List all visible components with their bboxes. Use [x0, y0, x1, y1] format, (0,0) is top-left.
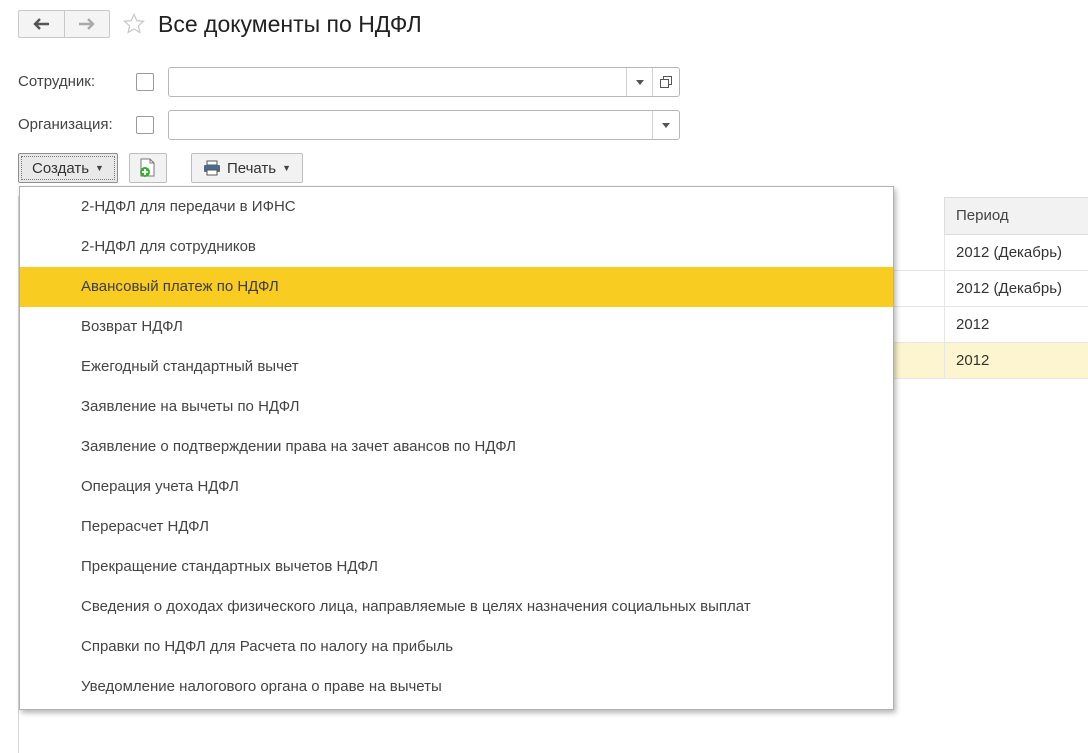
employee-dropdown-button[interactable]	[626, 68, 653, 96]
back-button[interactable]	[19, 11, 64, 37]
menu-item[interactable]: 2-НДФЛ для сотрудников	[20, 227, 893, 267]
chevron-down-icon	[636, 79, 644, 85]
table-row[interactable]: 2012 (Декабрь)	[893, 271, 1088, 307]
print-button[interactable]: Печать ▼	[191, 153, 303, 183]
open-form-icon	[660, 76, 672, 88]
printer-icon	[203, 160, 220, 176]
employee-field[interactable]	[168, 67, 680, 97]
arrow-left-icon	[33, 18, 50, 30]
menu-item[interactable]: 2-НДФЛ для передачи в ИФНС	[20, 187, 893, 227]
organization-dropdown-button[interactable]	[652, 111, 679, 139]
create-dropdown-menu: 2-НДФЛ для передачи в ИФНС 2-НДФЛ для сот…	[19, 186, 894, 710]
menu-item[interactable]: Прекращение стандартных вычетов НДФЛ	[20, 547, 893, 587]
table-row[interactable]: 2012 (Декабрь)	[893, 235, 1088, 271]
period-cell: 2012 (Декабрь)	[944, 271, 1088, 306]
employee-filter-checkbox[interactable]	[136, 73, 154, 91]
forward-button[interactable]	[63, 11, 110, 37]
chevron-down-icon: ▼	[282, 163, 292, 173]
create-button-label: Создать	[32, 159, 90, 177]
menu-item[interactable]: Ежегодный стандартный вычет	[20, 347, 893, 387]
column-header-period[interactable]: Период	[944, 197, 1088, 235]
page-title: Все документы по НДФЛ	[158, 11, 422, 37]
create-button[interactable]: Создать ▼	[18, 153, 118, 183]
employee-open-button[interactable]	[652, 68, 679, 96]
menu-item[interactable]: Сведения о доходах физического лица, нап…	[20, 587, 893, 627]
period-cell: 2012 (Декабрь)	[944, 235, 1088, 270]
menu-item[interactable]: Справки по НДФЛ для Расчета по налогу на…	[20, 627, 893, 667]
menu-item[interactable]: Уведомление налогового органа о праве на…	[20, 667, 893, 707]
document-add-icon	[140, 158, 155, 177]
print-button-label: Печать	[226, 159, 277, 177]
employee-label: Сотрудник:	[18, 73, 96, 90]
star-icon[interactable]	[122, 12, 146, 36]
menu-item[interactable]: Заявление о подтверждении права на зачет…	[20, 427, 893, 467]
chevron-down-icon: ▼	[95, 163, 104, 173]
navigation-buttons	[18, 10, 110, 38]
organization-field[interactable]	[168, 110, 680, 140]
chevron-down-icon	[662, 122, 670, 128]
menu-item[interactable]: Авансовый платеж по НДФЛ	[20, 267, 893, 307]
organization-filter-checkbox[interactable]	[136, 116, 154, 134]
menu-item[interactable]: Заявление на вычеты по НДФЛ	[20, 387, 893, 427]
table-row[interactable]: 2012	[893, 307, 1088, 343]
arrow-right-icon	[78, 18, 95, 30]
table-row-selected[interactable]: 2012	[893, 343, 1088, 379]
period-cell: 2012	[944, 343, 1088, 378]
add-document-button[interactable]	[129, 153, 167, 183]
menu-item[interactable]: Перерасчет НДФЛ	[20, 507, 893, 547]
menu-item[interactable]: Возврат НДФЛ	[20, 307, 893, 347]
menu-item[interactable]: Операция учета НДФЛ	[20, 467, 893, 507]
organization-label: Организация:	[18, 116, 113, 133]
period-cell: 2012	[944, 307, 1088, 342]
